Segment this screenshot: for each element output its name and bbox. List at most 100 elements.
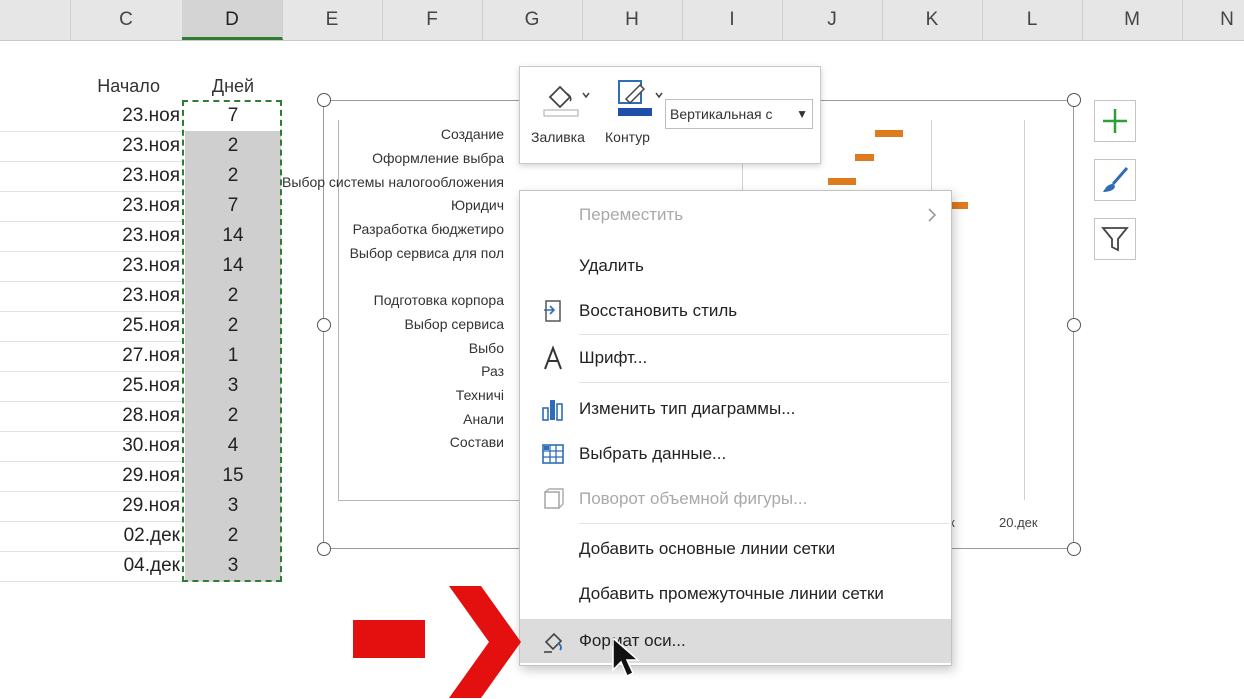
column-header-n[interactable]: N: [1182, 0, 1244, 40]
menu-item-label: Переместить: [579, 205, 684, 224]
menu-item-add-minor-gridlines[interactable]: Добавить промежуточные линии сетки: [520, 572, 951, 616]
axis-task-label[interactable]: Выбо: [469, 340, 504, 356]
plus-icon: [1103, 109, 1127, 133]
start-date-cell[interactable]: 29.ноя: [0, 491, 180, 521]
axis-task-label[interactable]: Оформление выбра: [372, 150, 504, 166]
menu-item-3d-rotation[interactable]: Поворот объемной фигуры...: [520, 477, 951, 521]
start-date-cell[interactable]: 28.ноя: [0, 401, 180, 431]
red-arrow-chevron-icon: [449, 586, 521, 698]
days-cell[interactable]: 2: [185, 521, 281, 551]
start-date-cell[interactable]: 27.ноя: [0, 341, 180, 371]
menu-item-font[interactable]: Шрифт...: [520, 336, 951, 380]
start-date-cell[interactable]: 23.ноя: [0, 161, 180, 191]
start-date-cell[interactable]: 23.ноя: [0, 281, 180, 311]
resize-handle-top-left[interactable]: [317, 93, 331, 107]
start-column-header[interactable]: Начало: [60, 72, 160, 100]
column-header-k[interactable]: K: [882, 0, 983, 40]
axis-task-label[interactable]: Выбор системы налогообложения: [282, 174, 504, 190]
table-row: 29.ноя 15: [0, 461, 282, 492]
gantt-bar[interactable]: [950, 202, 968, 209]
start-date-cell[interactable]: 23.ноя: [0, 221, 180, 251]
start-date-cell[interactable]: 04.дек: [0, 551, 180, 581]
start-date-cell[interactable]: 23.ноя: [0, 191, 180, 221]
days-cell[interactable]: 3: [185, 491, 281, 521]
menu-item-format-axis[interactable]: Формат оси...: [520, 619, 951, 663]
start-date-cell[interactable]: 02.дек: [0, 521, 180, 551]
days-cell[interactable]: 15: [185, 461, 281, 491]
days-column-header[interactable]: Дней: [185, 72, 281, 100]
chart-filter-button[interactable]: [1094, 218, 1136, 260]
column-header-c[interactable]: C: [70, 0, 183, 40]
menu-item-delete[interactable]: Удалить: [520, 244, 951, 288]
days-cell[interactable]: 2: [185, 161, 281, 191]
start-date-cell[interactable]: 29.ноя: [0, 461, 180, 491]
axis-task-label[interactable]: Создание: [441, 126, 504, 142]
chart-styles-button[interactable]: [1094, 159, 1136, 201]
column-header-e[interactable]: E: [282, 0, 383, 40]
x-axis-tick-label[interactable]: 20.дек: [999, 515, 1038, 530]
column-header-f[interactable]: F: [382, 0, 483, 40]
axis-task-label[interactable]: Техничі: [456, 387, 504, 403]
start-date-cell[interactable]: 23.ноя: [0, 251, 180, 281]
outline-label[interactable]: Контур: [605, 129, 650, 145]
chart-element-select-value: Вертикальная с: [670, 106, 773, 122]
resize-handle-bottom-right[interactable]: [1067, 542, 1081, 556]
days-cell[interactable]: 2: [185, 311, 281, 341]
menu-item-move[interactable]: Переместить: [520, 193, 951, 237]
days-cell[interactable]: 3: [185, 371, 281, 401]
start-date-cell[interactable]: 30.ноя: [0, 431, 180, 461]
start-date-cell[interactable]: 23.ноя: [0, 101, 180, 131]
column-header-l[interactable]: L: [982, 0, 1083, 40]
days-cell[interactable]: 2: [185, 401, 281, 431]
column-header-b[interactable]: [0, 0, 71, 40]
column-header-g[interactable]: G: [482, 0, 583, 40]
chart-elements-button[interactable]: [1094, 100, 1136, 142]
axis-task-label[interactable]: Состави: [450, 434, 504, 450]
resize-handle-bottom-left[interactable]: [317, 542, 331, 556]
days-cell[interactable]: 4: [185, 431, 281, 461]
days-cell[interactable]: 2: [185, 281, 281, 311]
table-row: 23.ноя 14: [0, 221, 282, 252]
gantt-bar[interactable]: [828, 178, 856, 185]
days-cell[interactable]: 14: [185, 221, 281, 251]
gantt-bar[interactable]: [875, 130, 903, 137]
menu-item-add-major-gridlines[interactable]: Добавить основные линии сетки: [520, 527, 951, 571]
start-date-cell[interactable]: 25.ноя: [0, 311, 180, 341]
column-header-d[interactable]: D: [182, 0, 283, 40]
days-cell[interactable]: 14: [185, 251, 281, 281]
axis-task-label[interactable]: Выбор сервиса для пол: [350, 245, 504, 261]
chart-element-select[interactable]: Вертикальная с ▼: [665, 99, 813, 129]
column-header-h[interactable]: H: [582, 0, 683, 40]
3d-rotation-icon: [544, 488, 564, 509]
menu-item-reset-style[interactable]: Восстановить стиль: [520, 289, 951, 333]
table-row: 29.ноя 3: [0, 491, 282, 522]
start-date-cell[interactable]: 23.ноя: [0, 131, 180, 161]
axis-task-label[interactable]: Подготовка корпора: [374, 292, 504, 308]
outline-button[interactable]: [614, 77, 664, 122]
axis-task-label[interactable]: Анали: [463, 411, 504, 427]
reset-style-icon: [544, 300, 561, 322]
days-cell[interactable]: 7: [185, 101, 281, 131]
resize-handle-top-right[interactable]: [1067, 93, 1081, 107]
mouse-cursor-icon: [612, 636, 640, 678]
column-header-i[interactable]: I: [682, 0, 783, 40]
menu-item-select-data[interactable]: Выбрать данные...: [520, 432, 951, 476]
gantt-bar[interactable]: [855, 154, 874, 161]
days-cell[interactable]: 3: [185, 551, 281, 581]
column-header-j[interactable]: J: [782, 0, 883, 40]
axis-task-label[interactable]: Юридич: [451, 197, 504, 213]
days-cell[interactable]: 1: [185, 341, 281, 371]
axis-task-label[interactable]: Разработка бюджетиро: [353, 221, 504, 237]
start-date-cell[interactable]: 25.ноя: [0, 371, 180, 401]
paint-bucket-icon: [543, 85, 590, 117]
fill-label[interactable]: Заливка: [531, 129, 585, 145]
column-header-m[interactable]: M: [1082, 0, 1183, 40]
resize-handle-right[interactable]: [1067, 318, 1081, 332]
fill-button[interactable]: [540, 77, 590, 122]
days-cell[interactable]: 2: [185, 131, 281, 161]
axis-task-label[interactable]: Выбор сервиса: [405, 316, 505, 332]
days-cell[interactable]: 7: [185, 191, 281, 221]
resize-handle-left[interactable]: [317, 318, 331, 332]
axis-task-label[interactable]: Раз: [481, 363, 504, 379]
menu-item-change-chart-type[interactable]: Изменить тип диаграммы...: [520, 387, 951, 431]
